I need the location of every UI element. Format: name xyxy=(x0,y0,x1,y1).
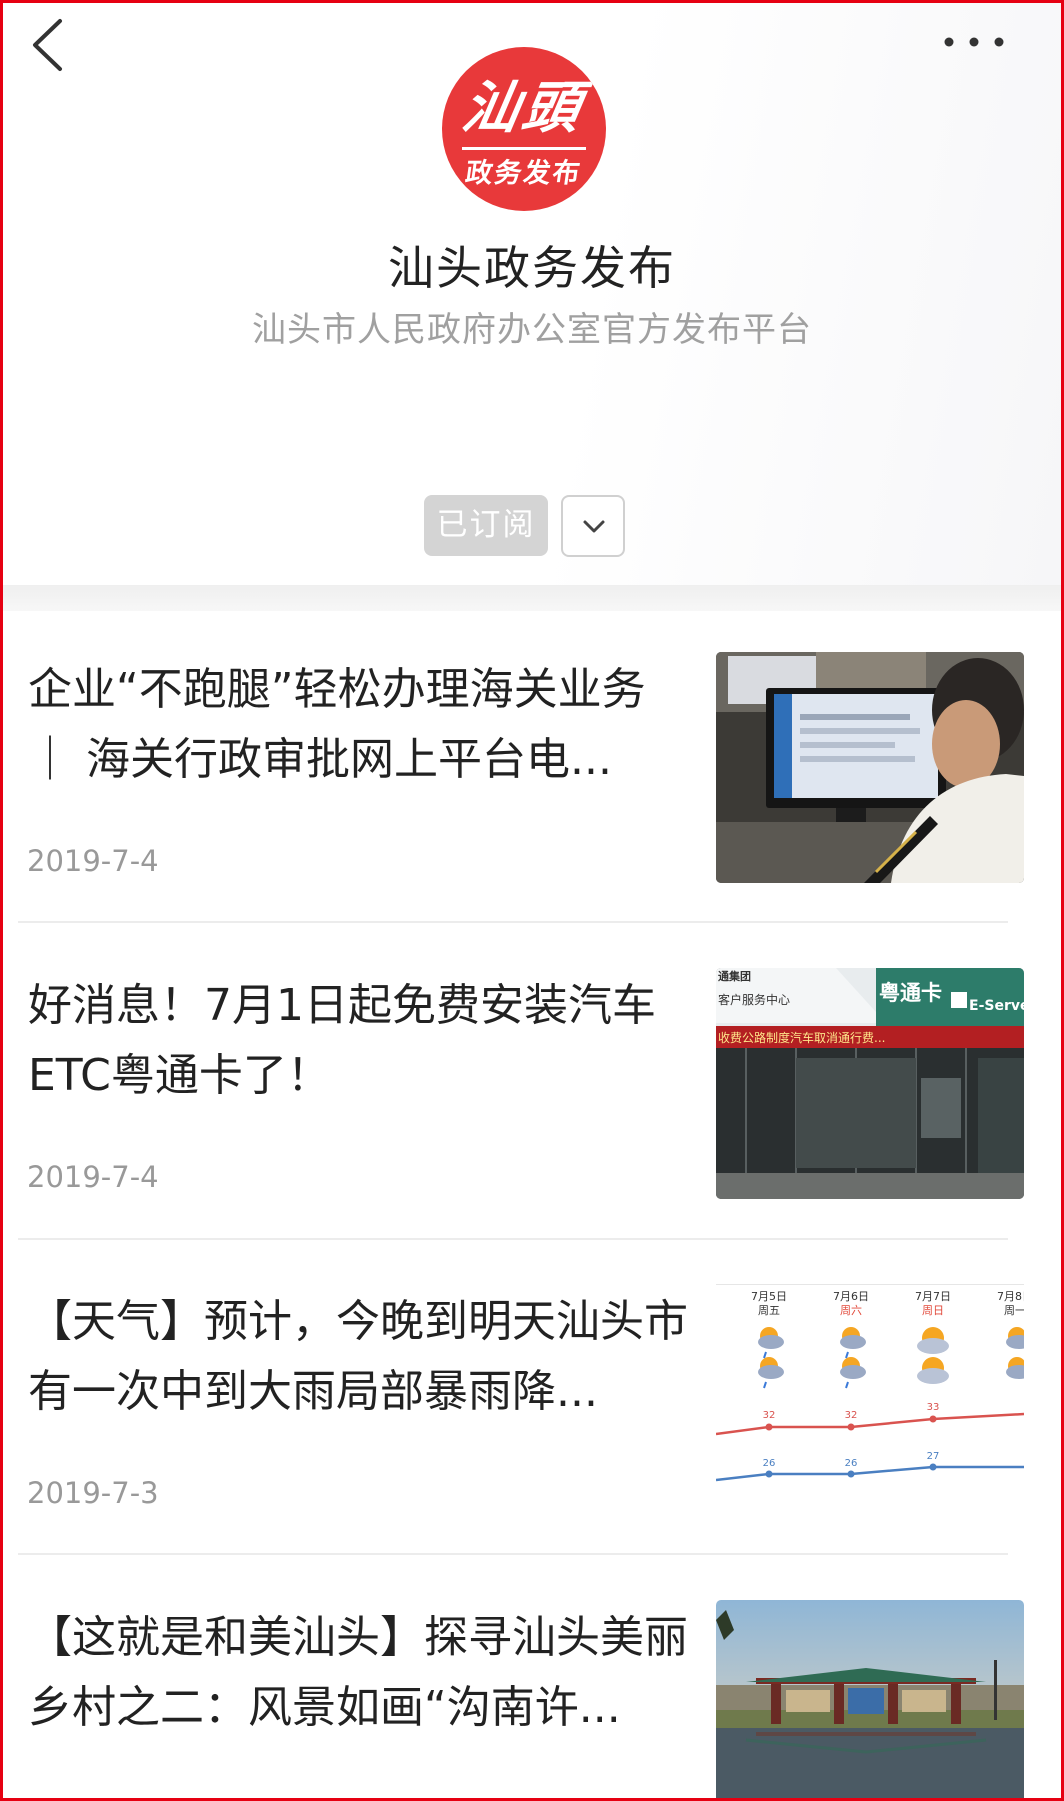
sign-yuetongka-text: 粤通卡 xyxy=(879,981,942,1005)
account-header: 汕頭 政务发布 汕头政务发布 汕头市人民政府办公室官方发布平台 已订阅 xyxy=(0,0,1064,585)
more-dots-icon xyxy=(944,37,1004,47)
article-thumbnail-weather-forecast[interactable]: 7月5日 周五 7月6日 周六 7月7日 周日 7月8日 周一 xyxy=(716,1284,1024,1515)
article-date: 2019-7-4 xyxy=(27,1160,159,1194)
weather-low-temp: 26 xyxy=(845,1458,858,1469)
article-title[interactable]: 企业“不跑腿”轻松办理海关业务 ｜ 海关行政审批网上平台电... xyxy=(28,655,688,795)
article-title[interactable]: 【这就是和美汕头】探寻汕头美丽乡村之二：风景如画“沟南许... xyxy=(28,1603,688,1743)
article-thumbnail-etc-service-center[interactable]: 通集团 客户服务中心 粤通卡 E-Serve 收费公路制度汽车取消通行费... xyxy=(716,968,1024,1199)
sign-service-center-text: 客户服务中心 xyxy=(718,992,790,1007)
account-description: 汕头市人民政府办公室官方发布平台 xyxy=(252,310,812,350)
weather-day-date: 7月5日 xyxy=(751,1290,787,1303)
sign-eserve-text: E-Serve xyxy=(969,998,1024,1014)
back-button[interactable] xyxy=(30,18,80,78)
account-logo: 汕頭 政务发布 xyxy=(442,47,606,211)
subscribed-button[interactable]: 已订阅 xyxy=(424,495,548,556)
weather-low-temp: 27 xyxy=(927,1451,940,1462)
list-divider xyxy=(18,921,1008,923)
weather-low-temp: 26 xyxy=(763,1458,776,1469)
article-thumbnail-village-pavilion[interactable] xyxy=(716,1600,1024,1800)
weather-day-weekday: 周五 xyxy=(758,1304,780,1317)
weather-day-weekday: 周一 xyxy=(1004,1304,1024,1317)
section-separator xyxy=(0,585,1064,611)
article-item[interactable]: 好消息！7月1日起免费安装汽车ETC粤通卡了！ 2019-7-4 通集团 客户服… xyxy=(0,927,1064,1242)
article-item[interactable]: 企业“不跑腿”轻松办理海关业务 ｜ 海关行政审批网上平台电... 2019-7-… xyxy=(0,611,1064,926)
account-name: 汕头政务发布 xyxy=(388,241,676,295)
article-title[interactable]: 好消息！7月1日起免费安装汽车ETC粤通卡了！ xyxy=(28,971,688,1111)
subscription-dropdown-button[interactable] xyxy=(561,495,625,557)
logo-subtitle: 政务发布 xyxy=(463,158,584,189)
logo-script-text: 汕頭 xyxy=(457,75,590,141)
article-title[interactable]: 【天气】预计，今晚到明天汕头市有一次中到大雨局部暴雨降... xyxy=(28,1287,688,1427)
chevron-left-icon xyxy=(33,19,62,71)
article-item[interactable]: 【这就是和美汕头】探寻汕头美丽乡村之二：风景如画“沟南许... xyxy=(0,1559,1064,1801)
list-divider xyxy=(18,1238,1008,1240)
sign-group-text: 通集团 xyxy=(718,969,751,983)
weather-high-temp: 33 xyxy=(927,1402,940,1413)
logo-rule xyxy=(462,147,586,150)
weather-high-temp: 32 xyxy=(763,1410,776,1421)
weather-day-weekday: 周六 xyxy=(840,1304,862,1317)
article-thumbnail-customs-officer[interactable] xyxy=(716,652,1024,883)
weather-high-temp: 32 xyxy=(845,1410,858,1421)
more-button[interactable] xyxy=(940,30,1020,60)
weather-day-date: 7月7日 xyxy=(915,1290,951,1303)
weather-day-date: 7月6日 xyxy=(833,1290,869,1303)
article-date: 2019-7-4 xyxy=(27,844,159,878)
sign-banner-text: 收费公路制度汽车取消通行费... xyxy=(718,1030,885,1045)
weather-day-date: 7月8日 xyxy=(997,1290,1024,1303)
article-item[interactable]: 【天气】预计，今晚到明天汕头市有一次中到大雨局部暴雨降... 2019-7-3 … xyxy=(0,1243,1064,1558)
article-date: 2019-7-3 xyxy=(27,1476,159,1510)
list-divider xyxy=(18,1553,1008,1555)
chevron-down-icon xyxy=(583,520,605,533)
weather-day-weekday: 周日 xyxy=(922,1304,944,1317)
